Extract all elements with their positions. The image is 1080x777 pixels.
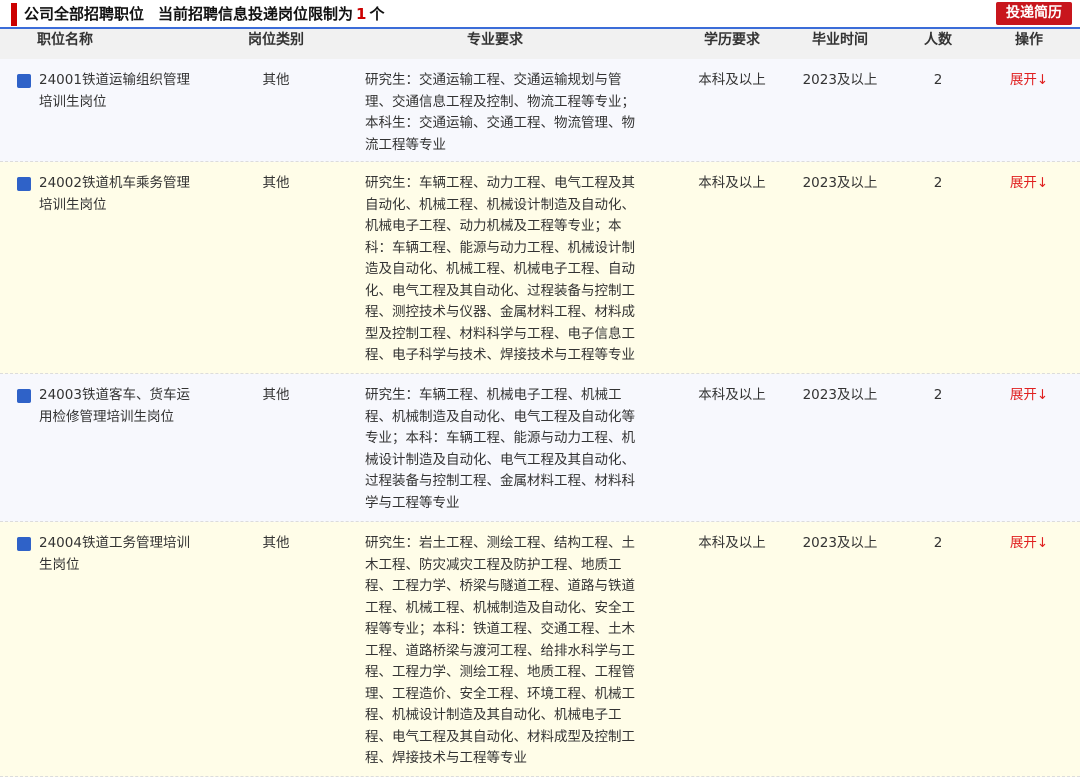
job-type-cell: 其他 xyxy=(262,387,290,403)
page-title: 公司全部招聘职位 当前招聘信息投递岗位限制为 1 个 xyxy=(24,4,384,24)
major-requirement-line: 程、测控技术与仪器、金属材料工程、材料成 xyxy=(365,304,635,320)
major-requirement-line: 程等专业；本科：铁道工程、交通工程、土木 xyxy=(365,621,635,637)
expand-link[interactable]: 展开↓ xyxy=(1003,173,1055,195)
graduation-cell: 2023及以上 xyxy=(802,387,878,403)
graduation-cell: 2023及以上 xyxy=(802,535,878,551)
job-title-cell[interactable]: 24002铁道机车乘务管理 培训生岗位 xyxy=(17,173,207,216)
education-cell: 本科及以上 xyxy=(698,387,766,403)
expand-link[interactable]: 展开↓ xyxy=(1003,385,1055,407)
major-requirement-line: 化、电气工程及其自动化、过程装备与控制工 xyxy=(365,282,635,299)
education-cell: 本科及以上 xyxy=(698,175,766,191)
graduation-cell: 2023及以上 xyxy=(802,175,878,191)
job-title-line: 24003铁道客车、货车运 xyxy=(39,387,190,403)
expand-link[interactable]: 展开↓ xyxy=(1003,70,1055,92)
table-row: 24001铁道运输组织管理 培训生岗位 其他 研究生：交通运输工程、交通运输规划与管理… xyxy=(0,59,1080,162)
column-header-name: 职位名称 xyxy=(37,32,93,48)
major-requirement-line: 程、焊接技术与工程等专业 xyxy=(365,750,527,766)
major-requirement-line: 程、电气工程及其自动化、材料成型及控制工 xyxy=(365,728,635,745)
major-requirement-cell: 研究生：车辆工程、机械电子工程、机械工 程、机械制造及自动化、电气工程及自动化等专… xyxy=(365,385,657,514)
column-header-action: 操作 xyxy=(1015,32,1043,48)
job-title-line: 生岗位 xyxy=(39,556,80,573)
major-requirement-line: 理、工程造价、安全工程、环境工程、机械工 xyxy=(365,685,635,702)
title-accent-bar xyxy=(11,3,17,26)
major-requirement-cell: 研究生：车辆工程、动力工程、电气工程及其 自动化、机械工程、机械设计制造及自动化、… xyxy=(365,173,657,367)
major-requirement-line: 工程、机械工程、机械制造及自动化、安全工 xyxy=(365,599,635,616)
limit-label: 当前招聘信息投递岗位限制为 xyxy=(158,5,354,23)
job-title-line: 24001铁道运输组织管理 xyxy=(39,72,190,88)
major-requirement-line: 学与工程等专业 xyxy=(365,494,460,511)
headcount-cell: 2 xyxy=(933,387,943,403)
job-type-cell: 其他 xyxy=(262,535,290,551)
education-cell: 本科及以上 xyxy=(698,72,766,88)
major-requirement-line: 程、工程力学、桥梁与隧道工程、道路与铁道 xyxy=(365,578,635,594)
job-title-cell[interactable]: 24003铁道客车、货车运 用检修管理培训生岗位 xyxy=(17,385,207,428)
square-bullet-icon xyxy=(17,74,31,88)
major-requirement-cell: 研究生：交通运输工程、交通运输规划与管 理、交通信息工程及控制、物流工程等专业； 本… xyxy=(365,70,657,156)
table-row: 24003铁道客车、货车运 用检修管理培训生岗位 其他 研究生：车辆工程、机械电子工程… xyxy=(0,374,1080,522)
headcount-cell: 2 xyxy=(933,72,943,88)
major-requirement-line: 机械电子工程、动力机械及工程等专业；本 xyxy=(365,218,622,234)
major-requirement-line: 研究生：交通运输工程、交通运输规划与管 xyxy=(365,72,622,88)
major-requirement-line: 自动化、机械工程、机械设计制造及自动化、 xyxy=(365,196,635,213)
top-bar: 公司全部招聘职位 当前招聘信息投递岗位限制为 1 个 投递简历 xyxy=(0,0,1080,29)
job-type-cell: 其他 xyxy=(262,175,290,191)
job-title-cell[interactable]: 24001铁道运输组织管理 培训生岗位 xyxy=(17,70,207,113)
column-header-count: 人数 xyxy=(924,32,952,48)
limit-unit: 个 xyxy=(369,5,385,23)
major-requirement-line: 研究生：岩土工程、测绘工程、结构工程、土 xyxy=(365,535,635,551)
square-bullet-icon xyxy=(17,389,31,403)
table-header: 职位名称 岗位类别 专业要求 学历要求 毕业时间 人数 操作 xyxy=(0,29,1080,59)
job-title-cell[interactable]: 24004铁道工务管理培训 生岗位 xyxy=(17,533,207,576)
expand-link[interactable]: 展开↓ xyxy=(1003,533,1055,555)
page-title-text: 公司全部招聘职位 xyxy=(24,5,145,23)
major-requirement-line: 造及自动化、机械工程、机械电子工程、自动 xyxy=(365,261,635,277)
major-requirement-line: 木工程、防灾减灾工程及防护工程、地质工 xyxy=(365,556,622,573)
job-type-cell: 其他 xyxy=(262,72,290,88)
major-requirement-line: 程、机械制造及自动化、电气工程及自动化等 xyxy=(365,408,635,425)
headcount-cell: 2 xyxy=(933,175,943,191)
major-requirement-line: 过程装备与控制工程、金属材料工程、材料科 xyxy=(365,473,635,489)
major-requirement-line: 研究生：车辆工程、动力工程、电气工程及其 xyxy=(365,175,635,191)
major-requirement-line: 型及控制工程、材料科学与工程、电子信息工 xyxy=(365,325,635,342)
major-requirement-line: 理、交通信息工程及控制、物流工程等专业； xyxy=(365,93,635,110)
major-requirement-line: 程、工程力学、测绘工程、地质工程、工程管 xyxy=(365,664,635,680)
job-title-line: 24002铁道机车乘务管理 xyxy=(39,175,190,191)
job-title-line: 培训生岗位 xyxy=(39,196,107,213)
column-header-type: 岗位类别 xyxy=(248,32,304,48)
table-row: 24004铁道工务管理培训 生岗位 其他 研究生：岩土工程、测绘工程、结构工程、土 木工… xyxy=(0,522,1080,777)
major-requirement-line: 程、电子科学与技术、焊接技术与工程等专业 xyxy=(365,347,635,363)
table-row: 24002铁道机车乘务管理 培训生岗位 其他 研究生：车辆工程、动力工程、电气工程及其… xyxy=(0,162,1080,374)
job-title-line: 培训生岗位 xyxy=(39,93,107,110)
education-cell: 本科及以上 xyxy=(698,535,766,551)
graduation-cell: 2023及以上 xyxy=(802,72,878,88)
column-header-graduation: 毕业时间 xyxy=(812,32,868,48)
job-title-line: 用检修管理培训生岗位 xyxy=(39,408,174,425)
major-requirement-line: 本科生：交通运输、交通工程、物流管理、物 xyxy=(365,115,635,131)
limit-value: 1 xyxy=(356,5,367,23)
headcount-cell: 2 xyxy=(933,535,943,551)
major-requirement-line: 研究生：车辆工程、机械电子工程、机械工 xyxy=(365,387,622,403)
square-bullet-icon xyxy=(17,537,31,551)
major-requirement-line: 流工程等专业 xyxy=(365,136,446,153)
major-requirement-line: 科：车辆工程、能源与动力工程、机械设计制 xyxy=(365,239,635,256)
job-title-line: 24004铁道工务管理培训 xyxy=(39,535,190,551)
major-requirement-line: 专业；本科：车辆工程、能源与动力工程、机 xyxy=(365,430,635,446)
column-header-major: 专业要求 xyxy=(467,32,523,48)
apply-resume-button[interactable]: 投递简历 xyxy=(996,2,1072,25)
column-header-education: 学历要求 xyxy=(704,32,760,48)
major-requirement-line: 工程、道路桥梁与渡河工程、给排水科学与工 xyxy=(365,642,635,659)
major-requirement-cell: 研究生：岩土工程、测绘工程、结构工程、土 木工程、防灾减灾工程及防护工程、地质工程… xyxy=(365,533,657,770)
major-requirement-line: 程、机械设计制造及其自动化、机械电子工 xyxy=(365,707,622,723)
square-bullet-icon xyxy=(17,177,31,191)
major-requirement-line: 械设计制造及自动化、电气工程及其自动化、 xyxy=(365,451,635,468)
